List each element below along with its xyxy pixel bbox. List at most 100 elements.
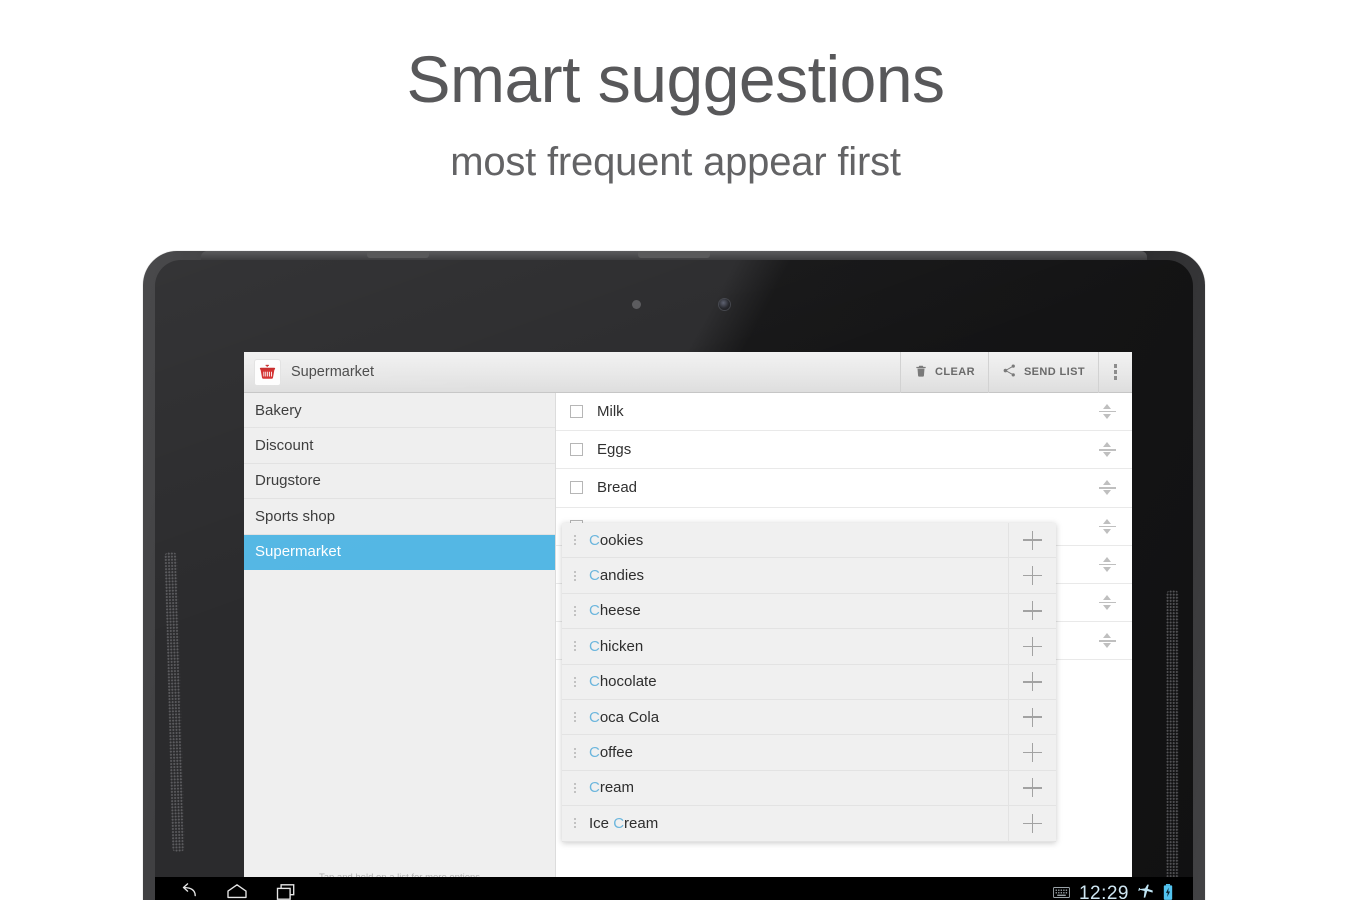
more-vert-icon <box>1113 364 1118 380</box>
page-root: Smart suggestions most frequent appear f… <box>0 0 1351 900</box>
front-camera-icon <box>719 299 730 310</box>
keyboard-icon[interactable] <box>1053 885 1070 900</box>
tablet-screen: Supermarket CLEAR SEND LIST Bakery Disco… <box>244 352 1132 900</box>
add-suggestion-button[interactable] <box>1008 629 1056 664</box>
suggestion-label: Cookies <box>589 531 644 549</box>
item-checkbox[interactable] <box>570 481 583 495</box>
clear-label: CLEAR <box>935 366 975 378</box>
device-top-notch-left <box>367 251 429 258</box>
suggestion-item[interactable]: Cookies <box>562 523 1056 559</box>
drag-handle-icon[interactable] <box>1082 632 1132 649</box>
plus-icon <box>1023 672 1042 692</box>
item-checkbox[interactable] <box>570 443 583 457</box>
app-title: Supermarket <box>291 364 375 380</box>
table-row[interactable]: Milk <box>556 393 1132 432</box>
app-body: Bakery Discount Drugstore Sports shop Su <box>244 393 1132 900</box>
add-suggestion-button[interactable] <box>1008 558 1056 593</box>
grip-icon <box>567 676 583 687</box>
plus-icon <box>1023 566 1042 586</box>
add-suggestion-button[interactable] <box>1008 699 1056 735</box>
trash-icon <box>914 364 928 381</box>
suggestion-item[interactable]: Chicken <box>562 629 1056 665</box>
add-suggestion-button[interactable] <box>1008 664 1056 699</box>
device-bezel: Supermarket CLEAR SEND LIST Bakery Disco… <box>155 260 1193 900</box>
recents-icon[interactable] <box>275 883 298 900</box>
suggestion-item[interactable]: Cream <box>562 770 1056 807</box>
send-list-button[interactable]: SEND LIST <box>987 352 1098 393</box>
suggestion-item[interactable]: Chocolate <box>562 664 1056 700</box>
plus-icon <box>1023 813 1042 833</box>
action-bar: Supermarket CLEAR SEND LIST <box>244 352 1132 393</box>
drag-handle-icon[interactable] <box>1082 556 1132 573</box>
overflow-menu-button[interactable] <box>1098 352 1132 393</box>
clear-button[interactable]: CLEAR <box>900 352 988 393</box>
add-suggestion-button[interactable] <box>1008 806 1056 841</box>
page-subtitle: most frequent appear first <box>450 140 901 184</box>
speaker-grille-left <box>164 551 185 853</box>
sidebar-item-label: Discount <box>255 437 314 455</box>
item-checkbox[interactable] <box>570 405 583 419</box>
sidebar-item-label: Drugstore <box>255 472 321 490</box>
add-suggestion-button[interactable] <box>1008 523 1056 558</box>
drag-handle-icon[interactable] <box>1082 441 1132 458</box>
lists-sidebar: Bakery Discount Drugstore Sports shop Su <box>244 393 556 900</box>
grip-icon <box>567 782 583 793</box>
suggestion-item[interactable]: Coffee <box>562 735 1056 771</box>
back-arrow-icon[interactable] <box>177 882 199 900</box>
plus-icon <box>1023 778 1042 798</box>
sidebar-item-sports-shop[interactable]: Sports shop <box>244 499 555 535</box>
nav-icons-group <box>177 882 298 900</box>
device-top-notch-right <box>638 251 710 258</box>
page-title: Smart suggestions <box>406 42 945 116</box>
add-suggestion-button[interactable] <box>1008 770 1056 806</box>
suggestion-label: Ice Cream <box>589 814 659 832</box>
android-system-bar: 12:29 <box>155 877 1193 900</box>
clock-label: 12:29 <box>1078 883 1129 900</box>
home-icon[interactable] <box>225 883 249 900</box>
suggestion-item[interactable]: Cheese <box>562 593 1056 630</box>
plus-icon <box>1023 636 1042 656</box>
drag-handle-icon[interactable] <box>1082 594 1132 611</box>
light-sensor-icon <box>632 300 641 309</box>
battery-charging-icon <box>1163 883 1173 900</box>
grip-icon <box>567 605 583 616</box>
item-label: Bread <box>597 479 638 497</box>
grip-icon <box>567 818 583 829</box>
table-row[interactable]: Bread <box>556 469 1132 508</box>
item-label: Milk <box>597 403 624 421</box>
grip-icon <box>567 641 583 652</box>
send-list-label: SEND LIST <box>1023 366 1085 378</box>
suggestion-item[interactable]: Coca Cola <box>562 699 1056 736</box>
item-label: Eggs <box>597 441 632 459</box>
sidebar-item-label: Bakery <box>255 401 302 419</box>
sidebar-item-drugstore[interactable]: Drugstore <box>244 463 555 500</box>
sidebar-item-bakery[interactable]: Bakery <box>244 393 555 429</box>
sidebar-item-discount[interactable]: Discount <box>244 428 555 464</box>
suggestion-label: Cream <box>589 779 635 797</box>
sidebar-item-label: Sports shop <box>255 507 336 525</box>
plus-icon <box>1023 530 1042 550</box>
sidebar-item-supermarket[interactable]: Supermarket <box>244 534 555 570</box>
plus-icon <box>1023 707 1042 727</box>
grip-icon <box>567 535 583 546</box>
drag-handle-icon[interactable] <box>1082 403 1132 420</box>
sidebar-empty-area <box>244 569 555 872</box>
add-suggestion-button[interactable] <box>1008 593 1056 629</box>
plus-icon <box>1023 743 1042 763</box>
tablet-device-frame: Supermarket CLEAR SEND LIST Bakery Disco… <box>143 251 1205 900</box>
suggestions-popup: Cookies Candies Cheese Chicken Chocolate… <box>562 523 1056 842</box>
system-status-group: 12:29 <box>1053 883 1173 900</box>
sidebar-item-label: Supermarket <box>255 543 341 561</box>
drag-handle-icon[interactable] <box>1082 479 1132 496</box>
plus-icon <box>1023 601 1042 621</box>
suggestion-item[interactable]: Candies <box>562 558 1056 594</box>
suggestion-label: Coffee <box>589 744 633 762</box>
grip-icon <box>567 712 583 723</box>
speaker-grille-right <box>1166 590 1179 900</box>
add-suggestion-button[interactable] <box>1008 735 1056 770</box>
drag-handle-icon[interactable] <box>1082 518 1132 535</box>
suggestion-item[interactable]: Ice Cream <box>562 806 1056 842</box>
table-row[interactable]: Eggs <box>556 431 1132 470</box>
items-list: Milk Eggs Bread Cookies Candies Cheese C… <box>556 393 1132 900</box>
suggestion-label: Coca Cola <box>589 708 660 726</box>
